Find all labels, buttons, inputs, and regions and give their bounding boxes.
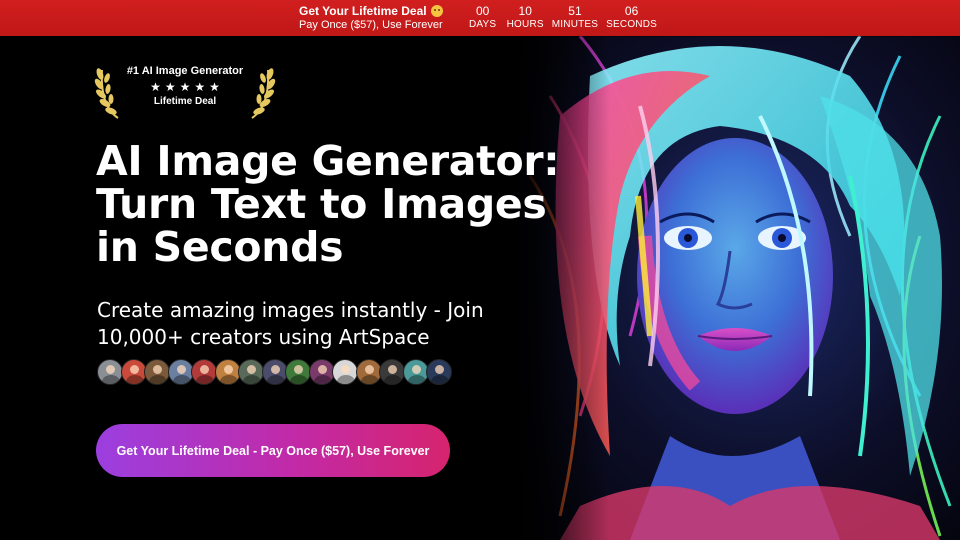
creator-avatars — [97, 359, 452, 385]
countdown-seconds: 06 SECONDS — [602, 4, 661, 32]
countdown-days-label: DAYS — [468, 19, 497, 30]
creator-avatar — [214, 359, 241, 385]
countdown-days: 00 DAYS — [463, 4, 503, 32]
creator-avatar — [426, 359, 452, 385]
creator-avatar — [308, 359, 335, 385]
countdown-minutes-label: MINUTES — [551, 19, 599, 30]
headline-line: in Seconds — [96, 223, 344, 271]
smiling-face-icon — [430, 5, 443, 17]
creator-avatar — [167, 359, 194, 385]
badge-title: #1 AI Image Generator — [126, 65, 244, 77]
creator-avatar — [191, 359, 217, 385]
lifetime-deal-cta-button[interactable]: Get Your Lifetime Deal - Pay Once ($57),… — [96, 424, 450, 477]
creator-avatar — [144, 359, 170, 385]
countdown-seconds-value: 06 — [624, 4, 639, 18]
award-badge: #1 AI Image Generator ★ ★ ★ ★ ★ Lifetime… — [94, 60, 276, 120]
promo-bar: Get Your Lifetime Deal Pay Once ($57), U… — [0, 0, 960, 36]
subheadline-line: Create amazing images instantly - Join — [97, 298, 484, 322]
badge-text: #1 AI Image Generator ★ ★ ★ ★ ★ Lifetime… — [120, 64, 250, 109]
creator-avatar — [285, 359, 311, 385]
hero-headline: AI Image Generator: Turn Text to Images … — [96, 140, 576, 269]
badge-subtitle: Lifetime Deal — [153, 96, 217, 107]
creator-avatar — [332, 359, 358, 385]
promo-title: Get Your Lifetime Deal — [299, 4, 427, 18]
promo-title-row: Get Your Lifetime Deal — [299, 4, 443, 18]
countdown-minutes-value: 51 — [568, 4, 582, 18]
star-icon: ★ — [164, 80, 176, 94]
star-icon: ★ — [209, 80, 220, 94]
hero-image-fade — [500, 36, 610, 540]
countdown-hours-value: 10 — [518, 4, 532, 18]
creator-avatar — [355, 359, 382, 385]
star-icon: ★ — [150, 80, 161, 94]
creator-avatar — [120, 359, 147, 385]
countdown-minutes: 51 MINUTES — [548, 4, 602, 32]
rating-stars: ★ ★ ★ ★ ★ — [150, 81, 220, 93]
promo-subtitle: Pay Once ($57), Use Forever — [298, 19, 443, 31]
creator-avatar — [238, 359, 264, 385]
hero-subheadline: Create amazing images instantly - Join 1… — [97, 297, 537, 351]
countdown-timer: 00 DAYS 10 HOURS 51 MINUTES 06 SECONDS — [463, 4, 661, 32]
headline-line: Turn Text to Images — [96, 180, 547, 228]
star-icon: ★ — [179, 80, 191, 94]
headline-line: AI Image Generator: — [96, 137, 560, 185]
countdown-days-value: 00 — [475, 4, 490, 18]
promo-text: Get Your Lifetime Deal Pay Once ($57), U… — [299, 4, 443, 32]
laurel-right-icon — [251, 68, 276, 119]
creator-avatar — [261, 359, 288, 385]
countdown-seconds-label: SECONDS — [606, 19, 658, 30]
star-icon: ★ — [194, 80, 206, 94]
creator-avatar — [97, 359, 123, 385]
countdown-hours: 10 HOURS — [503, 4, 548, 32]
countdown-hours-label: HOURS — [506, 19, 544, 30]
subheadline-line: 10,000+ creators using ArtSpace — [97, 325, 430, 349]
creator-avatar — [402, 359, 429, 385]
creator-avatar — [379, 359, 405, 385]
